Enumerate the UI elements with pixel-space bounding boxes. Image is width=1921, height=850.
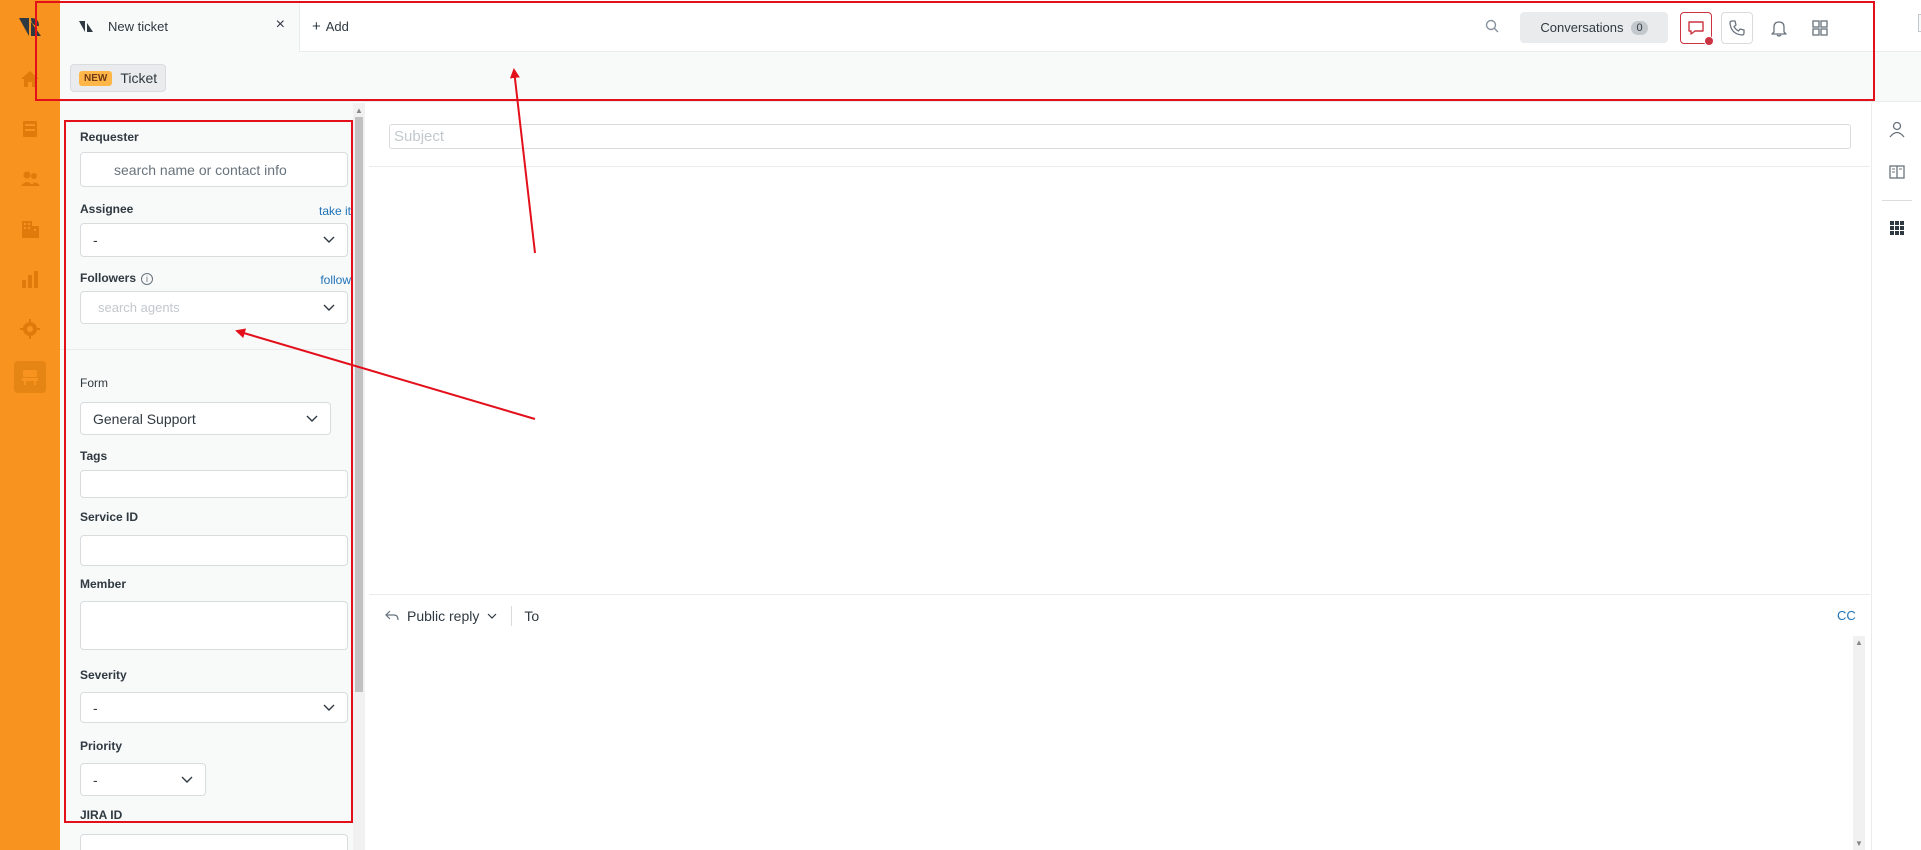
home-icon[interactable]: [15, 64, 45, 94]
form-value: General Support: [93, 410, 196, 427]
info-icon[interactable]: i: [141, 272, 154, 285]
reply-toolbar: Public reply To: [385, 606, 539, 626]
conversations-count-badge: 0: [1631, 20, 1648, 35]
conversations-label: Conversations: [1540, 20, 1624, 35]
requester-label: Requester: [80, 130, 139, 144]
product-tray-icon[interactable]: [1810, 18, 1830, 38]
followers-label: Followers i: [80, 271, 154, 285]
subject-input[interactable]: Subject: [389, 124, 1851, 149]
zendesk-logo-icon[interactable]: [17, 14, 43, 40]
priority-value: -: [93, 771, 98, 788]
ticket-properties-panel: Requester search name or contact info As…: [60, 103, 365, 850]
close-tab-icon[interactable]: ×: [276, 17, 285, 33]
tags-label: Tags: [80, 449, 108, 463]
chevron-down-icon: [323, 304, 335, 311]
chevron-down-icon: [323, 704, 335, 711]
scrollbar-thumb[interactable]: [355, 117, 363, 692]
chevron-down-icon: [323, 236, 335, 243]
context-panel-divider: [1882, 200, 1912, 201]
tags-input[interactable]: [80, 470, 348, 498]
editor-divider: [369, 594, 1870, 595]
add-tab-button[interactable]: + Add: [312, 18, 349, 35]
chevron-down-icon: [306, 415, 318, 422]
severity-select[interactable]: -: [80, 692, 348, 723]
ticket-status-pill[interactable]: NEW Ticket: [70, 64, 167, 92]
member-textarea[interactable]: [80, 601, 348, 650]
top-bar: New ticket × + Add Conversations 0: [60, 0, 1921, 52]
conversations-button[interactable]: Conversations 0: [1520, 12, 1668, 43]
context-panel: [1871, 103, 1921, 850]
chevron-down-icon: [181, 776, 193, 783]
followers-label-text: Followers: [80, 271, 137, 285]
reply-mode-dropdown[interactable]: Public reply: [407, 608, 479, 624]
chat-alert-dot: [1704, 36, 1714, 46]
reply-arrow-icon: [385, 610, 399, 621]
jira-id-input[interactable]: [80, 834, 348, 850]
to-field-label[interactable]: To: [524, 608, 539, 624]
zendesk-tab-icon: [79, 21, 93, 32]
toolbar-separator: [511, 606, 513, 626]
reporting-icon[interactable]: [15, 264, 45, 294]
chevron-down-icon[interactable]: [487, 613, 497, 619]
admin-gear-icon[interactable]: [15, 314, 45, 344]
add-tab-label: Add: [325, 19, 349, 34]
views-icon[interactable]: [15, 114, 45, 144]
section-divider: [60, 349, 364, 350]
scroll-up-arrow-icon[interactable]: ▲: [355, 106, 363, 115]
form-panel-scrollbar[interactable]: ▲: [353, 103, 365, 850]
cc-link[interactable]: CC: [1837, 608, 1856, 623]
followers-input[interactable]: search agents: [80, 291, 348, 324]
scroll-down-arrow-icon[interactable]: ▼: [1855, 839, 1863, 848]
ticket-breadcrumb-label: Ticket: [120, 70, 158, 86]
assignee-label: Assignee: [80, 202, 134, 216]
assignee-select[interactable]: -: [80, 223, 348, 257]
apps-grid-icon[interactable]: [1888, 219, 1906, 237]
requester-input[interactable]: search name or contact info: [80, 152, 348, 187]
knowledge-book-icon[interactable]: [1888, 163, 1906, 181]
new-status-badge: NEW: [79, 70, 113, 86]
service-id-input[interactable]: [80, 535, 348, 566]
service-id-label: Service ID: [80, 510, 139, 524]
form-label: Form: [80, 376, 108, 390]
form-select[interactable]: General Support: [80, 402, 331, 435]
severity-value: -: [93, 699, 98, 716]
phone-icon: [1729, 20, 1745, 36]
organizations-icon[interactable]: [15, 214, 45, 244]
plus-icon: +: [312, 18, 321, 35]
severity-label: Severity: [80, 668, 127, 682]
priority-select[interactable]: -: [80, 763, 206, 796]
notifications-bell-icon[interactable]: [1769, 18, 1789, 38]
customers-icon[interactable]: [15, 164, 45, 194]
subject-divider: [369, 166, 1870, 167]
workspace-icon[interactable]: [14, 361, 46, 393]
subject-placeholder: Subject: [394, 128, 445, 145]
followers-placeholder: search agents: [98, 300, 180, 315]
ticket-header-bar: NEW Ticket: [60, 52, 1921, 102]
member-label: Member: [80, 577, 127, 591]
jira-id-label: JIRA ID: [80, 808, 123, 822]
assignee-value: -: [93, 232, 98, 248]
editor-scrollbar[interactable]: ▲ ▼: [1853, 636, 1865, 850]
priority-label: Priority: [80, 739, 123, 753]
left-nav: [0, 0, 60, 850]
chat-button[interactable]: [1680, 12, 1714, 46]
user-profile-icon[interactable]: [1888, 120, 1906, 138]
take-it-link[interactable]: take it: [319, 204, 351, 218]
scroll-up-arrow-icon[interactable]: ▲: [1855, 638, 1863, 647]
follow-link[interactable]: follow: [320, 273, 351, 287]
search-icon[interactable]: [1485, 19, 1499, 33]
app-window: New ticket × + Add Conversations 0 NEW T…: [0, 0, 1921, 850]
tab-new-ticket[interactable]: New ticket ×: [60, 0, 300, 52]
chat-bubble-icon: [1688, 21, 1704, 35]
tab-label: New ticket: [108, 18, 168, 34]
talk-button[interactable]: [1721, 12, 1753, 44]
requester-placeholder: search name or contact info: [114, 161, 287, 178]
